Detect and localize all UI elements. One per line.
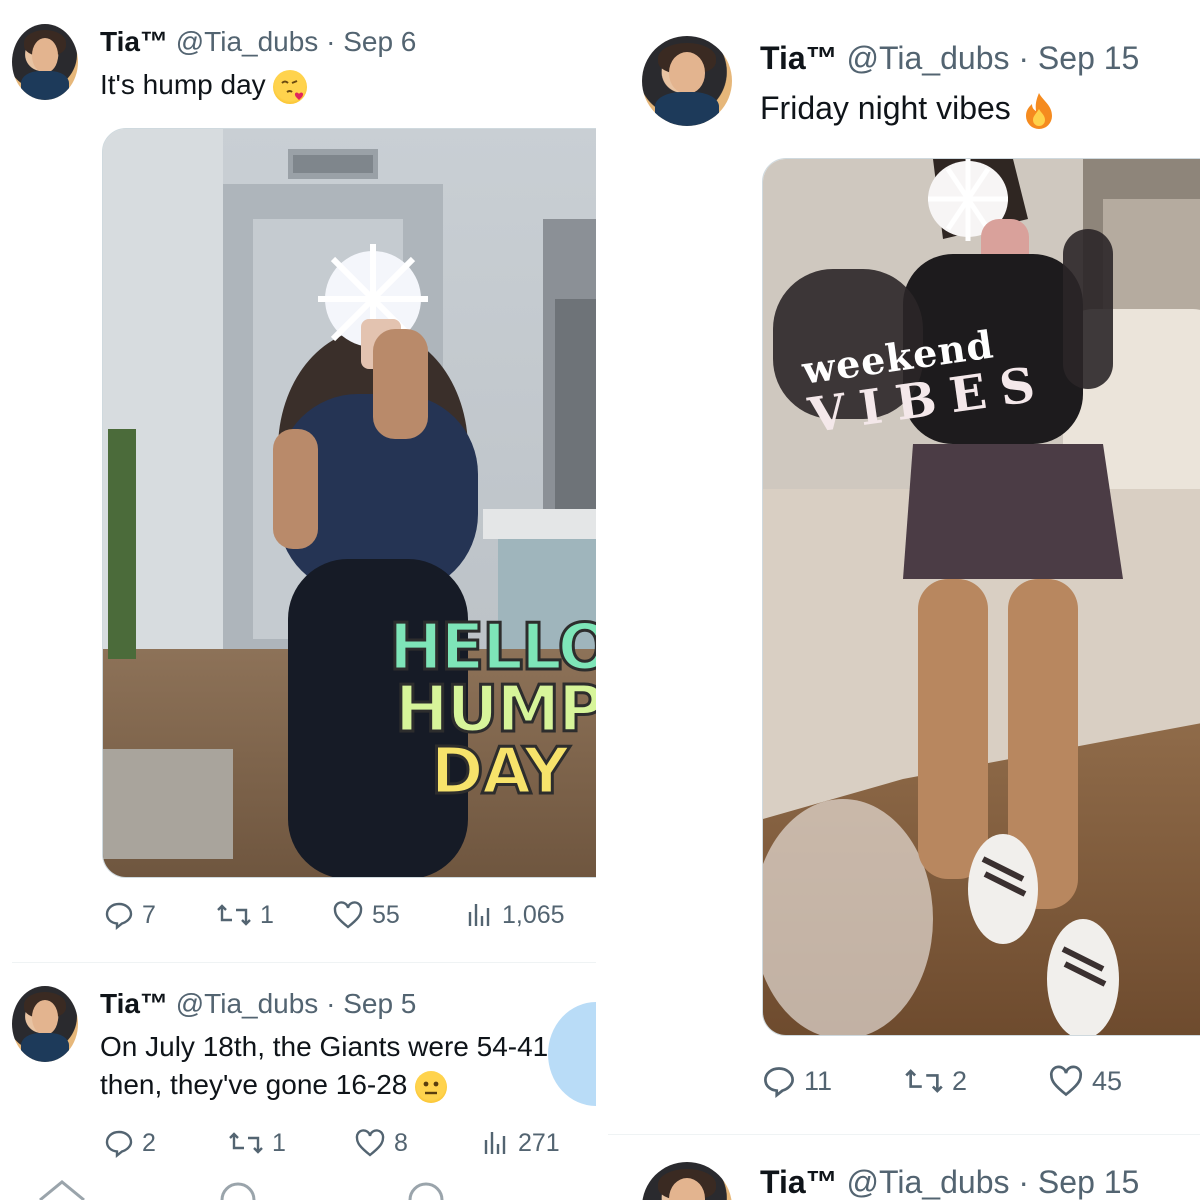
repost-count: 1 bbox=[260, 900, 274, 929]
repost-button[interactable]: 2 bbox=[904, 1064, 967, 1098]
profile-avatar[interactable] bbox=[12, 986, 78, 1062]
user-handle[interactable]: @Tia_dubs bbox=[847, 1164, 1010, 1200]
user-handle[interactable]: @Tia_dubs bbox=[176, 26, 319, 57]
display-name[interactable]: Tia™ bbox=[100, 988, 168, 1019]
repost-button[interactable]: 1 bbox=[216, 900, 274, 930]
like-count: 45 bbox=[1092, 1065, 1123, 1096]
tweet-text-content: then, they've gone 16-28 bbox=[100, 1069, 408, 1100]
weekend-vibes-photo bbox=[763, 159, 1200, 1035]
like-count: 55 bbox=[372, 900, 400, 929]
reply-button[interactable]: 11 bbox=[762, 1064, 832, 1098]
repost-icon bbox=[905, 1069, 943, 1093]
compose-tweet-button[interactable] bbox=[548, 1002, 596, 1106]
repost-icon bbox=[217, 904, 251, 926]
repost-icon bbox=[229, 1132, 263, 1154]
profile-avatar[interactable] bbox=[12, 24, 78, 100]
separator-dot: · bbox=[1018, 1164, 1030, 1200]
tweet-date[interactable]: Sep 15 bbox=[1038, 1164, 1139, 1200]
tweet-actions-bar: 11 2 45 bbox=[608, 1064, 1200, 1104]
tweet-date[interactable]: Sep 15 bbox=[1038, 40, 1139, 76]
views-bar-chart-icon bbox=[468, 904, 490, 926]
tweet-media-image[interactable]: HELLO HUMP DAY bbox=[102, 128, 596, 878]
user-handle[interactable]: @Tia_dubs bbox=[847, 40, 1010, 76]
tweet-actions-bar: 7 1 55 1,065 bbox=[0, 900, 596, 940]
tweet-actions-bar: 2 1 8 271 bbox=[0, 1128, 596, 1168]
reply-icon bbox=[105, 902, 133, 930]
tweet-header: Tia™ @Tia_dubs · Sep 6 bbox=[100, 26, 416, 58]
repost-button[interactable]: 1 bbox=[228, 1128, 286, 1158]
views-bar-chart-icon bbox=[484, 1132, 506, 1154]
tweet-divider bbox=[12, 962, 596, 963]
profile-avatar[interactable] bbox=[642, 36, 732, 126]
view-count: 1,065 bbox=[502, 900, 565, 929]
right-screenshot-panel: Tia™ @Tia_dubs · Sep 15 Friday night vib… bbox=[608, 0, 1200, 1200]
heart-icon bbox=[333, 901, 363, 929]
left-screenshot-panel: Tia™ @Tia_dubs · Sep 6 It's hump day HEL… bbox=[0, 0, 596, 1200]
tweet-header: Tia™ @Tia_dubs · Sep 15 bbox=[760, 1164, 1139, 1200]
reply-count: 11 bbox=[804, 1065, 833, 1096]
reply-icon bbox=[105, 1130, 133, 1158]
repost-count: 1 bbox=[272, 1128, 286, 1157]
display-name[interactable]: Tia™ bbox=[760, 40, 838, 76]
heart-icon bbox=[1050, 1065, 1082, 1097]
panel-divider bbox=[596, 0, 608, 1200]
heart-icon bbox=[355, 1129, 385, 1157]
reply-button[interactable]: 2 bbox=[104, 1128, 156, 1158]
sticker-line-1: HELLO bbox=[388, 611, 597, 685]
tweet-text-line-2: then, they've gone 16-28 bbox=[100, 1066, 448, 1104]
like-button[interactable]: 45 bbox=[1048, 1064, 1122, 1098]
separator-dot: · bbox=[1018, 40, 1030, 76]
separator-dot: · bbox=[326, 988, 336, 1019]
like-button[interactable]: 8 bbox=[354, 1128, 408, 1158]
display-name[interactable]: Tia™ bbox=[100, 26, 168, 57]
reply-count: 7 bbox=[142, 900, 156, 929]
display-name[interactable]: Tia™ bbox=[760, 1164, 838, 1200]
reply-count: 2 bbox=[142, 1128, 156, 1157]
views-button[interactable]: 1,065 bbox=[466, 900, 565, 930]
tweet-date[interactable]: Sep 6 bbox=[343, 26, 416, 57]
reply-button[interactable]: 7 bbox=[104, 900, 156, 930]
repost-count: 2 bbox=[952, 1065, 968, 1096]
tweet-text-content: Friday night vibes bbox=[760, 90, 1011, 126]
neutral-face-icon bbox=[415, 1070, 448, 1103]
view-count: 271 bbox=[518, 1128, 560, 1157]
tweet-divider bbox=[608, 1134, 1200, 1135]
like-button[interactable]: 55 bbox=[332, 900, 400, 930]
bottom-nav-partial bbox=[0, 1178, 596, 1200]
tweet-header: Tia™ @Tia_dubs · Sep 5 bbox=[100, 988, 416, 1020]
face-blowing-kiss-icon bbox=[273, 69, 308, 104]
reply-icon bbox=[764, 1067, 794, 1098]
hello-hump-day-sticker: HELLO HUMP DAY bbox=[388, 611, 597, 809]
tweet-text-content: It's hump day bbox=[100, 69, 266, 100]
tweet-text-line-1: On July 18th, the Giants were 54-41. Si bbox=[100, 1031, 589, 1062]
tweet-text: Friday night vibes bbox=[760, 86, 1058, 131]
sticker-line-2: HUMP bbox=[393, 673, 596, 747]
tweet-media-image[interactable]: weekend VIBES bbox=[762, 158, 1200, 1036]
profile-avatar[interactable] bbox=[642, 1162, 732, 1200]
sticker-line-3: DAY bbox=[429, 735, 571, 809]
tweet-text: It's hump day bbox=[100, 66, 308, 104]
fire-icon bbox=[1020, 91, 1058, 131]
tweet-header: Tia™ @Tia_dubs · Sep 15 bbox=[760, 40, 1139, 77]
user-handle[interactable]: @Tia_dubs bbox=[176, 988, 319, 1019]
like-count: 8 bbox=[394, 1128, 408, 1157]
views-button[interactable]: 271 bbox=[482, 1128, 560, 1158]
separator-dot: · bbox=[326, 26, 336, 57]
tweet-date[interactable]: Sep 5 bbox=[343, 988, 416, 1019]
